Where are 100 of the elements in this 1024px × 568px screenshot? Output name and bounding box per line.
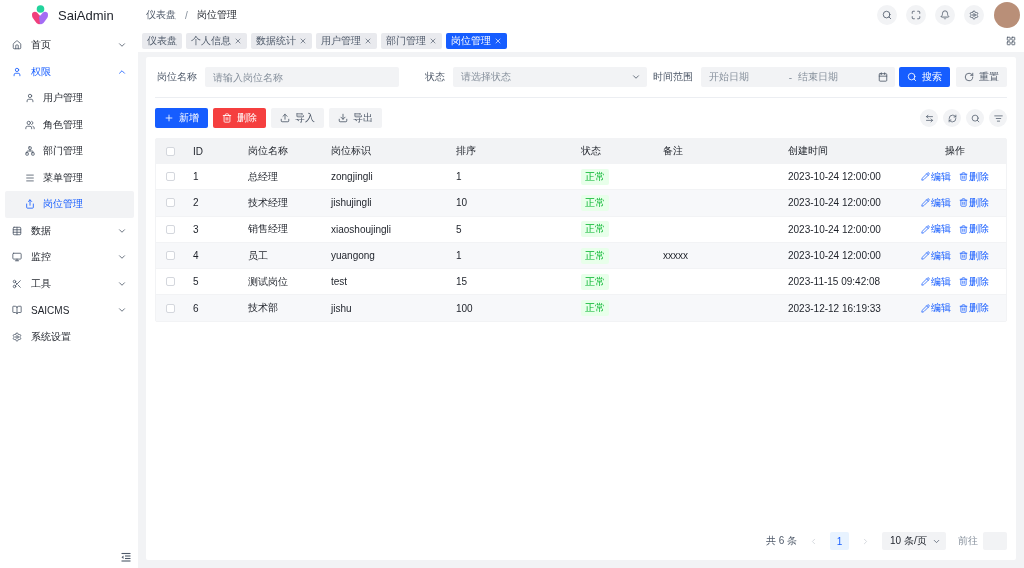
trash-icon <box>958 251 968 261</box>
book-icon <box>12 305 22 316</box>
status-tag: 正常 <box>581 273 609 290</box>
page-tab[interactable]: 部门管理 <box>381 33 442 49</box>
checkbox[interactable] <box>165 172 175 182</box>
delete-link[interactable]: 删除 <box>958 274 989 289</box>
submenu-item[interactable]: 岗位管理 <box>5 191 134 218</box>
table-cell-text: xxxxx <box>662 250 689 262</box>
menu-item[interactable]: 数据 <box>5 217 134 244</box>
close-icon[interactable] <box>299 37 307 45</box>
menu-item[interactable]: SAICMS <box>5 297 134 324</box>
page-tab[interactable]: 岗位管理 <box>446 33 507 49</box>
checkbox[interactable] <box>165 224 175 234</box>
refresh-button[interactable] <box>943 109 961 127</box>
status-tag: 正常 <box>581 168 609 185</box>
column-header: 排序 <box>456 144 476 158</box>
delete-button[interactable]: 删除 <box>213 108 266 128</box>
page-tab[interactable]: 数据统计 <box>251 33 312 49</box>
edit-link[interactable]: 编辑 <box>920 195 951 210</box>
breadcrumb-item[interactable]: 仪表盘 <box>146 8 176 22</box>
fullscreen-button[interactable] <box>906 5 926 25</box>
field-label: 状态 <box>424 70 445 84</box>
edit-link[interactable]: 编辑 <box>920 169 951 184</box>
settings-icon <box>969 10 979 20</box>
notification-button[interactable] <box>935 5 955 25</box>
submenu-item[interactable]: 角色管理 <box>5 111 134 138</box>
checkbox[interactable] <box>165 198 175 208</box>
edit-link[interactable]: 编辑 <box>920 248 951 263</box>
delete-link[interactable]: 删除 <box>958 195 989 210</box>
pencil-icon <box>920 251 930 261</box>
page-size-select[interactable]: 10 条/页 <box>882 532 946 550</box>
name-input[interactable]: 请输入岗位名称 <box>205 67 399 87</box>
grid-icon[interactable] <box>1006 36 1016 46</box>
menu-item[interactable]: 监控 <box>5 244 134 271</box>
page-tab[interactable]: 个人信息 <box>186 33 247 49</box>
status-select[interactable]: 请选择状态 <box>453 67 647 87</box>
close-icon[interactable] <box>364 37 372 45</box>
filter-button[interactable] <box>989 109 1007 127</box>
table-cell-text: 1 <box>455 250 463 262</box>
table-cell-text: 2023-10-24 12:00:00 <box>787 197 882 209</box>
table-cell-text: 5 <box>192 276 200 288</box>
search-button[interactable] <box>966 109 984 127</box>
share-icon <box>25 199 35 210</box>
page-button[interactable]: 1 <box>830 532 849 550</box>
sitemap-icon <box>25 146 35 157</box>
fold-icon[interactable] <box>121 552 131 562</box>
edit-link[interactable]: 编辑 <box>920 301 951 316</box>
column-header: 岗位名称 <box>248 144 288 158</box>
table-cell-text: zongjingli <box>330 171 374 183</box>
submenu-item[interactable]: 部门管理 <box>5 138 134 165</box>
trash-icon <box>958 303 968 313</box>
swap-button[interactable] <box>920 109 938 127</box>
delete-link[interactable]: 删除 <box>958 222 989 237</box>
logo-icon <box>30 5 50 25</box>
search-button[interactable]: 搜索 <box>899 67 950 87</box>
delete-link[interactable]: 删除 <box>958 248 989 263</box>
menu-item[interactable]: 工具 <box>5 270 134 297</box>
table-cell-text: 15 <box>455 276 469 288</box>
bell-icon <box>940 10 950 20</box>
submenu-item[interactable]: 用户管理 <box>5 85 134 112</box>
trash-icon <box>958 224 968 234</box>
table-cell-text: 2 <box>192 197 200 209</box>
column-header: ID <box>193 145 203 157</box>
table-cell-text: 总经理 <box>247 169 279 184</box>
edit-link[interactable]: 编辑 <box>920 222 951 237</box>
delete-link[interactable]: 删除 <box>958 169 989 184</box>
monitor-icon <box>12 252 22 263</box>
search-button[interactable] <box>877 5 897 25</box>
reset-button[interactable]: 重置 <box>956 67 1007 87</box>
close-icon[interactable] <box>234 37 242 45</box>
pencil-icon <box>920 277 930 287</box>
checkbox[interactable] <box>165 277 175 287</box>
checkbox[interactable] <box>165 251 175 261</box>
close-icon[interactable] <box>429 37 437 45</box>
date-range-field[interactable]: 开始日期 - 结束日期 <box>701 67 895 87</box>
settings-icon <box>12 331 22 342</box>
import-button[interactable]: 导入 <box>271 108 324 128</box>
status-tag: 正常 <box>581 247 609 264</box>
status-tag: 正常 <box>581 194 609 211</box>
checkbox[interactable] <box>165 146 175 156</box>
avatar[interactable] <box>994 2 1020 28</box>
expand-icon <box>911 10 921 20</box>
add-button[interactable]: 新增 <box>155 108 208 128</box>
page-tab[interactable]: 用户管理 <box>316 33 377 49</box>
calendar-icon <box>878 72 888 82</box>
export-button[interactable]: 导出 <box>329 108 382 128</box>
submenu-item[interactable]: 菜单管理 <box>5 164 134 191</box>
chevron-left-icon <box>809 536 818 546</box>
settings-button[interactable] <box>964 5 984 25</box>
field-label: 时间范围 <box>652 70 693 84</box>
user-icon <box>25 93 35 104</box>
table-cell-text: 6 <box>192 302 200 314</box>
page-tab[interactable]: 仪表盘 <box>142 33 182 49</box>
edit-link[interactable]: 编辑 <box>920 274 951 289</box>
menu-item[interactable]: 系统设置 <box>5 323 134 350</box>
table-cell-text: 4 <box>192 250 200 262</box>
delete-link[interactable]: 删除 <box>958 301 989 316</box>
menu-item[interactable]: 首页 <box>5 32 134 59</box>
menu-item[interactable]: 权限 <box>5 58 134 85</box>
checkbox[interactable] <box>165 303 175 313</box>
